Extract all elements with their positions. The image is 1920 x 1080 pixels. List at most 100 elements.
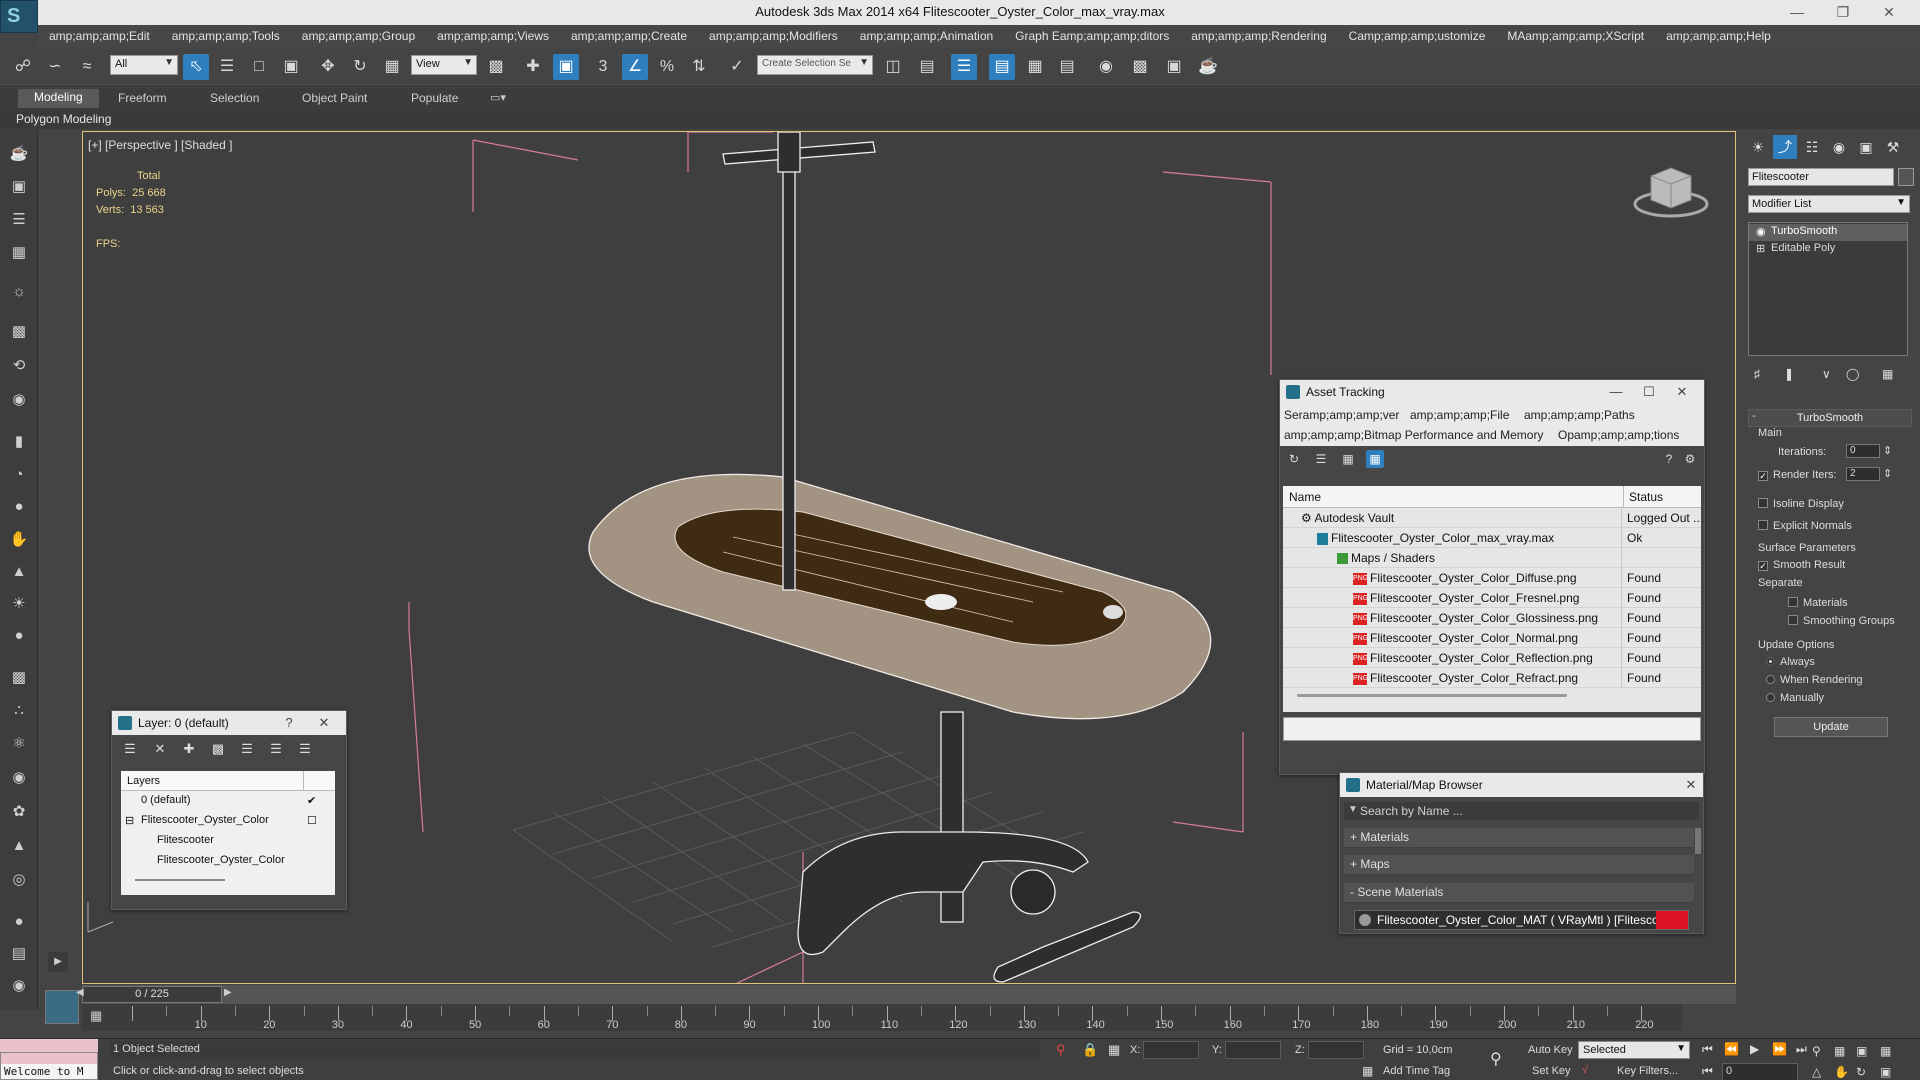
light-icon[interactable]: ☼ <box>7 280 31 304</box>
script-icon[interactable]: ▤ <box>7 942 31 966</box>
list-icon[interactable]: ☰ <box>7 208 31 232</box>
table-row[interactable]: Flitescooter_Oyster_Color_max_vray.max Ok <box>1283 528 1701 548</box>
tab-populate[interactable]: Populate <box>411 91 458 105</box>
window-crossing-icon[interactable]: ▣ <box>278 54 304 80</box>
layer-window-titlebar[interactable]: Layer: 0 (default) ? ✕ <box>112 711 346 735</box>
asset-menu-paths[interactable]: amp;amp;amp;Paths <box>1524 408 1635 422</box>
next-key-icon[interactable]: ⏩ <box>1772 1042 1787 1056</box>
z-coordinate-field[interactable] <box>1308 1041 1364 1059</box>
object-name-field[interactable]: Flitescooter <box>1748 168 1894 186</box>
render-iters-checkbox[interactable]: ✓ Render Iters: <box>1758 469 1837 481</box>
asset-menu-bitmap[interactable]: amp;amp;amp;Bitmap Performance and Memor… <box>1284 428 1543 442</box>
table-row[interactable]: PNG Flitescooter_Oyster_Color_Normal.png F… <box>1283 628 1701 648</box>
film-icon[interactable]: ◉ <box>7 388 31 412</box>
object-row-color[interactable]: Flitescooter_Oyster_Color <box>121 851 335 871</box>
search-dropdown-icon[interactable]: ▼ <box>1348 804 1358 815</box>
hide-all-icon[interactable]: ☰ <box>266 741 286 759</box>
tab-freeform[interactable]: Freeform <box>118 91 167 105</box>
table-row[interactable]: PNG Flitescooter_Oyster_Color_Diffuse.png… <box>1283 568 1701 588</box>
display-tab-icon[interactable]: ▣ <box>1854 135 1878 159</box>
table-row[interactable]: PNG Flitescooter_Oyster_Color_Glossiness.… <box>1283 608 1701 628</box>
expand-arrow-icon[interactable]: ▶ <box>48 952 68 972</box>
angle-snap-icon[interactable]: ∠ <box>622 54 648 80</box>
current-frame-field[interactable]: 0 <box>1722 1063 1798 1080</box>
cone-icon[interactable]: ▲ <box>7 560 31 584</box>
x-coordinate-field[interactable] <box>1143 1041 1199 1059</box>
isolate-icon[interactable]: ⚲ <box>1056 1042 1066 1058</box>
link-icon[interactable]: ☍ <box>10 54 36 80</box>
viewcube-icon[interactable] <box>1631 164 1711 220</box>
make-unique-icon[interactable]: ∨ <box>1822 367 1831 381</box>
materials-checkbox[interactable]: Materials <box>1788 597 1848 609</box>
time-slider[interactable]: 0 / 225 <box>82 986 222 1003</box>
delete-layer-icon[interactable]: ✕ <box>150 741 170 759</box>
named-selection-dropdown[interactable]: Create Selection Se ▼ <box>757 55 873 75</box>
hand-icon[interactable]: ✋ <box>7 528 31 552</box>
spinner-snap-icon[interactable]: ⇅ <box>686 54 712 80</box>
stack-item-turbosmooth[interactable]: ◉ TurboSmooth <box>1749 224 1907 241</box>
layers-scrollbar[interactable] <box>135 879 225 881</box>
menu-help[interactable]: amp;amp;amp;Help <box>1655 29 1782 43</box>
scene-materials-group[interactable]: - Scene Materials <box>1344 883 1694 903</box>
asset-horizontal-scrollbar[interactable] <box>1297 694 1567 697</box>
absolute-mode-icon[interactable]: ▦ <box>1108 1042 1120 1058</box>
modify-tab-icon[interactable]: ⤴ <box>1773 135 1797 159</box>
pin-stack-icon[interactable]: ♯ <box>1754 367 1760 381</box>
maps-group[interactable]: + Maps <box>1344 855 1694 875</box>
pan-icon[interactable]: ✋ <box>1834 1065 1849 1079</box>
close-button[interactable]: ✕ <box>1866 0 1912 25</box>
set-key-icon[interactable]: ⚲ <box>1490 1049 1502 1069</box>
asset-path-field[interactable] <box>1283 717 1701 741</box>
layer-manager-icon[interactable]: ▤ <box>989 54 1015 80</box>
camera-icon[interactable]: ▩ <box>7 320 31 344</box>
object-row-flitescooter[interactable]: Flitescooter <box>121 831 335 851</box>
curve-editor-icon[interactable]: ▤ <box>1054 54 1080 80</box>
rendered-frame-icon[interactable]: ▣ <box>1161 54 1187 80</box>
utilities-tab-icon[interactable]: ⚒ <box>1881 135 1905 159</box>
help-icon[interactable]: ? <box>1660 450 1678 468</box>
select-manipulate-icon[interactable]: ✚ <box>520 54 546 80</box>
grid-view-icon[interactable]: ▦ <box>1366 450 1384 468</box>
zoom-icon[interactable]: ⚲ <box>1812 1044 1821 1058</box>
prev-key-icon[interactable]: ⏪ <box>1724 1042 1739 1056</box>
layer-row-flitescooter[interactable]: ⊟ Flitescooter_Oyster_Color ☐ <box>121 811 335 831</box>
prev-frame-arrow-icon[interactable]: ◀ <box>76 987 84 998</box>
select-object-icon[interactable]: ⬁ <box>183 54 209 80</box>
rotate-icon[interactable]: ↻ <box>347 54 373 80</box>
menu-tools[interactable]: amp;amp;amp;Tools <box>161 29 291 43</box>
fov-icon[interactable]: △ <box>1812 1065 1821 1079</box>
current-layer-check-icon[interactable]: ✔ <box>307 794 316 807</box>
hp-icon[interactable]: ▲ <box>7 834 31 858</box>
time-tag-icon[interactable]: ▦ <box>1362 1064 1373 1078</box>
create-tab-icon[interactable]: ☀ <box>1746 135 1770 159</box>
ribbon-options-icon[interactable]: ▭▾ <box>490 91 506 104</box>
set-current-box-icon[interactable]: ☐ <box>307 814 317 827</box>
rect-selection-icon[interactable]: □ <box>246 54 272 80</box>
collapse-icon[interactable]: ⊟ <box>125 814 134 827</box>
menu-edit[interactable]: amp;amp;amp;Edit <box>38 29 161 43</box>
globe-icon[interactable]: ◎ <box>7 868 31 892</box>
table-row[interactable]: PNG Flitescooter_Oyster_Color_Fresnel.png… <box>1283 588 1701 608</box>
auto-key-button[interactable]: Auto Key <box>1528 1044 1573 1056</box>
freeze-all-icon[interactable]: ☰ <box>295 741 315 759</box>
show-end-result-icon[interactable]: ❚ <box>1784 367 1794 381</box>
sun-icon[interactable]: ☀ <box>7 592 31 616</box>
always-radio[interactable]: Always <box>1766 656 1815 668</box>
explicit-normals-checkbox[interactable]: Explicit Normals <box>1758 520 1852 532</box>
hierarchy-tab-icon[interactable]: ☷ <box>1800 135 1824 159</box>
dome-icon[interactable]: ◔ <box>7 463 31 487</box>
smooth-result-checkbox[interactable]: ✓ Smooth Result <box>1758 559 1845 571</box>
col-layers[interactable]: Layers <box>127 775 160 787</box>
table-row[interactable]: Maps / Shaders <box>1283 548 1701 568</box>
ball-icon[interactable]: ● <box>7 624 31 648</box>
restore-button[interactable]: ❐ <box>1820 0 1866 25</box>
col-status[interactable]: Status <box>1629 490 1663 504</box>
material-editor-icon[interactable]: ◉ <box>1093 54 1119 80</box>
sphere-icon[interactable]: ● <box>7 495 31 519</box>
scene-explorer-icon[interactable]: ☰ <box>951 54 977 80</box>
set-key-button[interactable]: Set Key <box>1532 1065 1571 1077</box>
menu-maxscript[interactable]: MAamp;amp;amp;XScript <box>1496 29 1655 43</box>
app-logo-button[interactable]: S <box>0 0 38 33</box>
graphite-toggle-icon[interactable]: ▦ <box>1022 54 1048 80</box>
list-view-icon[interactable]: ☰ <box>1312 450 1330 468</box>
